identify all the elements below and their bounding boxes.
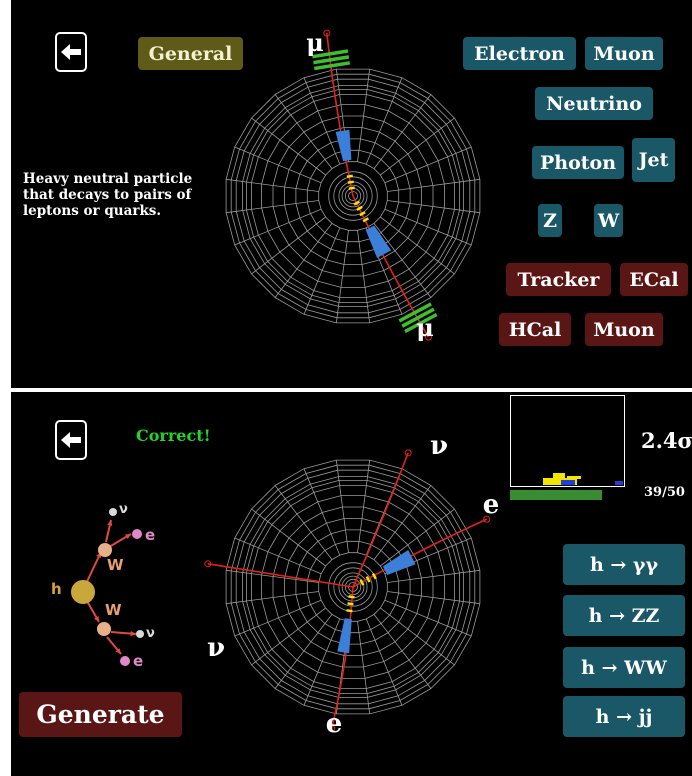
- tracker-hit: [353, 200, 361, 206]
- decay-gamma-gamma-button[interactable]: h → γγ: [563, 544, 685, 585]
- diagram-label-e: e: [133, 652, 143, 670]
- tracker-hit: [346, 174, 353, 178]
- diagram-label-w: W: [105, 601, 122, 619]
- sector-line: [380, 216, 455, 275]
- track-label: e: [326, 709, 343, 739]
- tracker-hit: [359, 579, 365, 586]
- tracker-hit: [347, 180, 354, 184]
- particle-track: [330, 586, 354, 729]
- track-label-mu: μ: [416, 313, 434, 342]
- mass-histogram: [510, 395, 625, 487]
- tracker-hit: [347, 602, 354, 606]
- tracker-hit: [348, 186, 355, 190]
- sector-line: [274, 223, 333, 298]
- hcal-button[interactable]: HCal: [499, 313, 571, 346]
- sector-line: [226, 178, 319, 192]
- sector-line: [357, 69, 371, 162]
- electron-particle: [120, 656, 130, 666]
- significance-value: 2.4σ: [641, 428, 692, 453]
- w-boson-particle: [98, 543, 112, 557]
- top-panel: General Heavy neutral particle that deca…: [11, 0, 692, 388]
- sector-line: [251, 216, 326, 275]
- sector-line: [226, 591, 319, 605]
- detector-event-display-bottom: ν e ν e: [204, 432, 500, 739]
- track-label: ν: [207, 633, 225, 663]
- muon-chamber-hit: [314, 61, 351, 71]
- sector-line: [380, 508, 455, 567]
- higgs-particle: [71, 580, 95, 604]
- sector-line: [357, 230, 371, 323]
- photon-button[interactable]: Photon: [532, 146, 624, 179]
- sector-line: [251, 607, 326, 666]
- diagram-label-nu: ν: [146, 626, 155, 641]
- neutrino-button[interactable]: Neutrino: [535, 87, 653, 120]
- neutrino-particle: [109, 508, 117, 516]
- sector-line: [251, 508, 326, 567]
- sector-line: [226, 200, 319, 214]
- arrow-left-icon: [61, 44, 81, 60]
- sector-line: [373, 223, 432, 298]
- sector-line: [387, 591, 480, 605]
- electron-particle: [132, 529, 142, 539]
- sector-line: [335, 230, 349, 323]
- arrow-head: [130, 631, 136, 637]
- event-counter: 39/50: [644, 485, 685, 500]
- generate-button[interactable]: Generate: [19, 692, 182, 737]
- ecal-deposit: [337, 618, 352, 654]
- sector-line: [373, 614, 432, 689]
- tracker-button[interactable]: Tracker: [506, 263, 611, 296]
- sector-line: [373, 94, 432, 169]
- sector-line: [373, 485, 432, 560]
- w-boson-particle: [97, 622, 111, 636]
- electron-button[interactable]: Electron: [463, 37, 576, 70]
- tracker-hit: [348, 595, 355, 599]
- sector-line: [274, 614, 333, 689]
- sector-line: [387, 200, 480, 214]
- sector-line: [251, 117, 326, 176]
- diagram-label-w: W: [107, 556, 124, 574]
- decay-jj-button[interactable]: h → jj: [563, 696, 685, 737]
- sector-line: [380, 607, 455, 666]
- sector-line: [387, 178, 480, 192]
- muon-particle-button[interactable]: Muon: [585, 37, 663, 70]
- muon-detector-button[interactable]: Muon: [585, 313, 663, 346]
- diagram-label-e: e: [145, 526, 155, 544]
- ecal-deposit: [335, 129, 352, 162]
- muon-chamber-hit: [313, 55, 350, 65]
- particle-track: [352, 518, 488, 588]
- bottom-panel: Correct! hWWνeνe Generate νeνe 2.4σ 39/5…: [11, 392, 692, 776]
- particle-description: Heavy neutral particle that decays to pa…: [23, 171, 193, 219]
- sector-line: [274, 485, 333, 560]
- w-boson-button[interactable]: W: [594, 204, 623, 237]
- jet-button[interactable]: Jet: [632, 138, 675, 182]
- track-label: ν: [430, 432, 448, 461]
- detector-event-display: μμ: [225, 28, 481, 342]
- back-button[interactable]: [55, 32, 87, 72]
- ecal-deposit: [382, 550, 416, 575]
- neutrino-particle: [136, 630, 144, 638]
- sector-line: [387, 569, 480, 583]
- z-boson-button[interactable]: Z: [538, 204, 562, 237]
- decay-ww-button[interactable]: h → WW: [563, 647, 685, 688]
- tracker-hit: [346, 609, 353, 613]
- sector-line: [274, 94, 333, 169]
- sector-line: [226, 569, 319, 583]
- sector-line: [357, 460, 371, 553]
- sector-line: [357, 621, 371, 714]
- sector-line: [380, 117, 455, 176]
- arrow-left-icon: [61, 432, 81, 448]
- back-button-bottom[interactable]: [55, 420, 87, 460]
- diagram-label-nu: ν: [119, 502, 128, 517]
- sector-line: [335, 460, 349, 553]
- decay-diagram: hWWνeνe: [51, 502, 155, 670]
- progress-bar: [510, 490, 602, 500]
- histogram-plot: [543, 473, 623, 485]
- ecal-button[interactable]: ECal: [620, 263, 688, 296]
- decay-zz-button[interactable]: h → ZZ: [563, 595, 685, 636]
- track-label: e: [483, 490, 500, 520]
- track-label-mu: μ: [306, 28, 324, 57]
- diagram-label-h: h: [51, 580, 62, 598]
